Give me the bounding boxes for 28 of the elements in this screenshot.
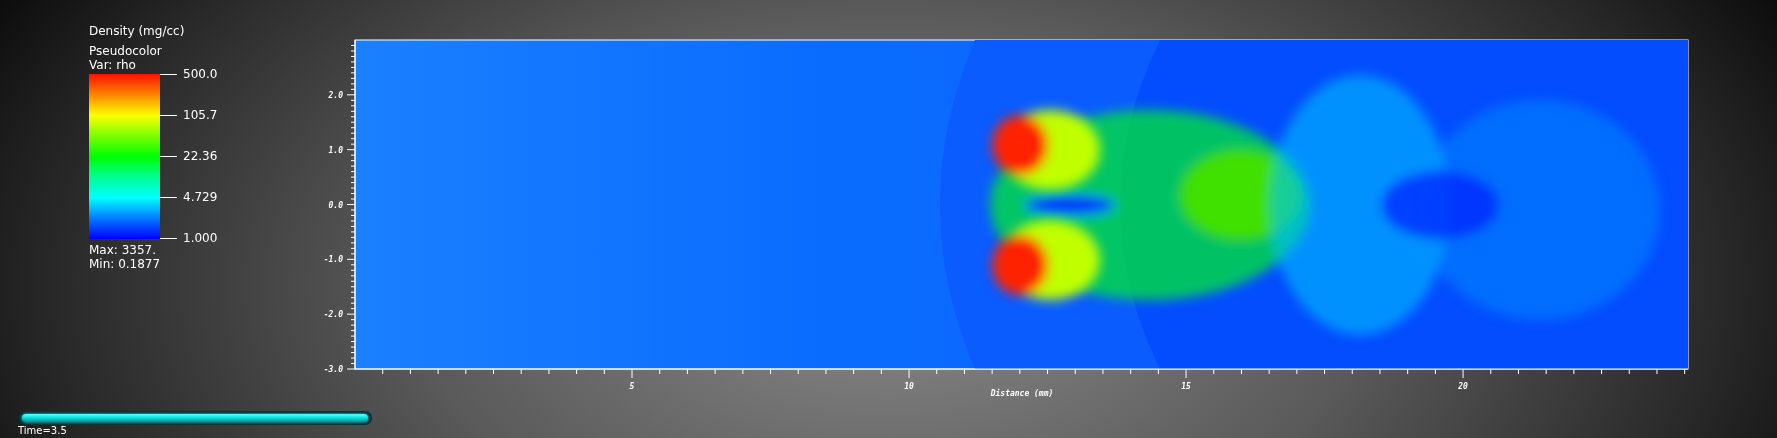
x-tick-label: 10 — [904, 382, 914, 391]
color-bar-label: 22.36 — [183, 150, 218, 162]
y-tick-label: -1.0 — [323, 255, 343, 265]
plot-type-label: Pseudocolor — [89, 44, 163, 58]
y-tick-label: 0.0 — [328, 200, 343, 210]
tick-mark — [160, 73, 177, 75]
tick-mark — [160, 196, 177, 198]
variable-label: Var: rho — [89, 58, 137, 72]
tick-mark — [160, 237, 177, 239]
min-value: Min: 0.1877 — [89, 257, 162, 271]
tick-mark — [160, 114, 177, 116]
max-value: Max: 3357. — [89, 243, 158, 257]
tick-mark — [160, 155, 177, 157]
color-bar-label: 105.7 — [183, 109, 218, 121]
color-bar-label: 1.000 — [183, 232, 218, 244]
legend-title: Density (mg/cc) — [89, 24, 186, 38]
color-bar-label: 500.0 — [183, 68, 218, 80]
x-tick-label: 5 — [629, 382, 635, 391]
y-tick-label: 1.0 — [328, 145, 343, 155]
color-bar-label: 4.729 — [183, 191, 218, 203]
y-tick-label: -3.0 — [323, 365, 343, 374]
x-axis-title: Distance (mm) — [990, 389, 1054, 398]
y-tick-label: -2.0 — [323, 310, 343, 320]
time-label: Time=3.5 — [18, 425, 68, 436]
x-tick-label: 20 — [1458, 382, 1468, 391]
y-tick-label: 2.0 — [328, 90, 343, 100]
time-slider[interactable] — [18, 411, 372, 425]
x-tick-label: 15 — [1181, 382, 1191, 391]
